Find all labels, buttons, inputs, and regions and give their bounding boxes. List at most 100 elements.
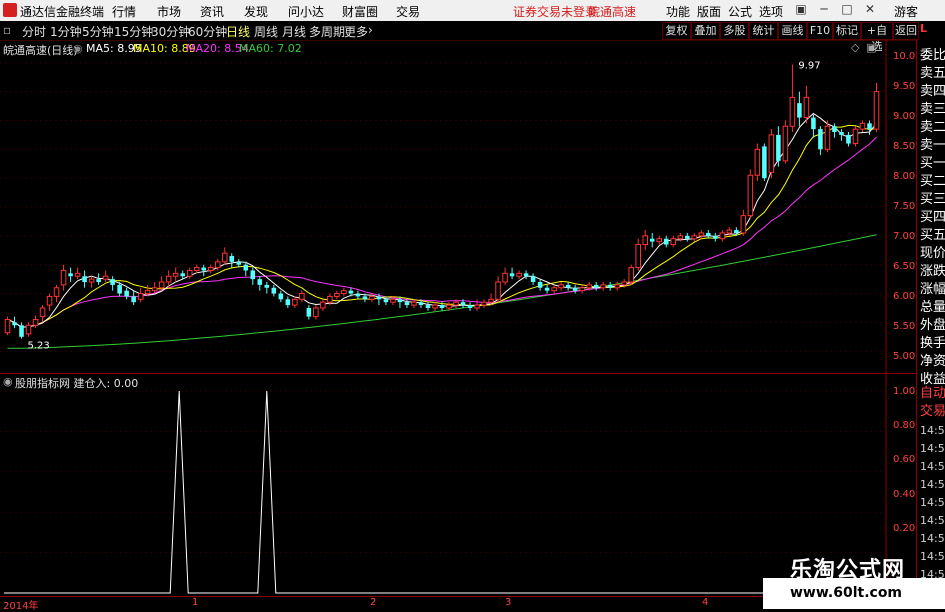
menu-banmian[interactable]: 版面 <box>697 3 721 20</box>
y-tick: 6.50 <box>893 261 916 272</box>
period-more[interactable]: 更多 <box>344 23 368 40</box>
tongji-button[interactable]: 统计 <box>749 22 778 40</box>
panel-change-pct: 涨幅 <box>920 282 945 297</box>
candle-body <box>355 293 361 297</box>
candle-body <box>713 235 718 239</box>
candle-body <box>803 96 810 119</box>
candle-body <box>432 304 438 309</box>
indicator-settings-icon[interactable]: ◉ <box>3 375 13 388</box>
menu-faxian[interactable]: 发现 <box>244 3 268 20</box>
candle-body <box>390 298 396 303</box>
menu-xuanxiang[interactable]: 选项 <box>759 3 783 20</box>
ind-y-tick: 0.60 <box>893 454 916 465</box>
period-daily[interactable]: 日线 <box>226 23 250 40</box>
biaoji-button[interactable]: 标记 <box>833 22 861 40</box>
candle-body <box>677 235 684 240</box>
panel-sell4: 卖四 <box>920 84 945 99</box>
panel-netasset: 净资 <box>920 354 945 369</box>
tick-time: 14:56 <box>920 442 945 455</box>
period-multi[interactable]: 多周期 <box>309 23 345 40</box>
add-favorite-button[interactable]: +自选 <box>861 22 893 53</box>
panel-trade[interactable]: 交易 <box>920 404 945 420</box>
panel-change: 涨跌 <box>920 264 945 279</box>
candle-body <box>614 284 620 289</box>
candle-body <box>839 132 844 135</box>
period-monthly[interactable]: 月线 <box>282 23 306 40</box>
candle-body <box>747 174 754 217</box>
candle-body <box>719 232 726 240</box>
period-60min[interactable]: 60分钟 <box>188 23 227 40</box>
guest-label[interactable]: 游客 <box>894 3 918 20</box>
y-tick: 7.50 <box>893 201 916 212</box>
candle-body <box>278 293 284 300</box>
x-tick: 3 <box>505 597 512 608</box>
candle-body <box>397 299 403 303</box>
candle-body <box>824 125 831 150</box>
menu-gongshi[interactable]: 公式 <box>728 3 752 20</box>
panel-buy3: 买三 <box>920 192 945 207</box>
huaxian-button[interactable]: 画线 <box>778 22 807 40</box>
watermark-title: 乐淘公式网 <box>790 558 906 583</box>
chart-diamond-icon[interactable]: ◇ <box>851 41 859 54</box>
toolbar-toggle-icon[interactable]: ▫ <box>3 23 11 37</box>
skin-icon[interactable]: ▣ <box>792 2 810 18</box>
ma-settings-icon[interactable]: ◉ <box>73 42 83 55</box>
tick-time: 14:56 <box>920 532 945 545</box>
candle-body <box>586 284 592 289</box>
menu-caifuquan[interactable]: 财富圈 <box>342 3 378 20</box>
y-tick: 8.50 <box>893 141 916 152</box>
period-weekly[interactable]: 周线 <box>254 23 278 40</box>
menu-wenxiaoda[interactable]: 问小达 <box>288 3 324 20</box>
candle-body <box>649 238 655 242</box>
fuquan-button[interactable]: 复权 <box>662 22 691 40</box>
candle-body <box>446 304 452 309</box>
candle-body <box>144 290 151 295</box>
candle-body <box>789 96 796 127</box>
title-menu-bar: 通达信金融终端 行情 市场 资讯 发现 问小达 财富圈 交易 证券交易未登录 皖… <box>0 0 945 21</box>
candle-body <box>762 146 767 179</box>
maximize-icon[interactable]: □ <box>838 2 856 18</box>
menu-gongneng[interactable]: 功能 <box>666 3 690 20</box>
candle-body <box>271 287 277 294</box>
minimize-icon[interactable]: ─ <box>815 2 833 18</box>
candle-body <box>516 272 522 277</box>
f10-button[interactable]: F10 <box>807 22 833 40</box>
candle-body <box>635 244 642 269</box>
panel-auto[interactable]: 自动 <box>920 386 945 402</box>
menu-shichang[interactable]: 市场 <box>157 3 181 20</box>
ma60-line <box>7 234 877 349</box>
trade-login-notice[interactable]: 证券交易未登录 <box>513 3 597 20</box>
candle-body <box>698 232 705 237</box>
indicator-chart[interactable] <box>0 374 916 596</box>
x-tick: 2 <box>370 597 377 608</box>
candle-body <box>376 296 382 300</box>
period-1min[interactable]: 1分钟 <box>50 23 82 40</box>
diejia-button[interactable]: 叠加 <box>691 22 720 40</box>
menu-hangqing[interactable]: 行情 <box>112 3 136 20</box>
ma5-polyline <box>7 112 877 328</box>
period-15min[interactable]: 15分钟 <box>114 23 153 40</box>
candle-body <box>551 287 557 292</box>
candle-body <box>621 281 627 286</box>
back-button[interactable]: 返回 <box>893 22 919 40</box>
period-fenshi[interactable]: 分时 <box>22 23 46 40</box>
candle-body <box>859 122 866 130</box>
candle-body <box>158 281 165 289</box>
more-chevron-icon[interactable]: › <box>368 23 373 37</box>
candle-body <box>685 235 690 239</box>
tick-time: 14:56 <box>920 514 945 527</box>
candle-body <box>46 295 53 306</box>
ind-y-tick: 0.80 <box>893 420 916 431</box>
close-icon[interactable]: ✕ <box>861 2 879 18</box>
menu-jiaoyi[interactable]: 交易 <box>396 3 420 20</box>
menu-zixun[interactable]: 资讯 <box>200 3 224 20</box>
candle-body <box>165 275 172 283</box>
period-30min[interactable]: 30分钟 <box>151 23 190 40</box>
duogu-button[interactable]: 多股 <box>720 22 749 40</box>
candle-body <box>663 238 669 245</box>
candle-body <box>250 270 256 280</box>
y-tick: 9.50 <box>893 81 916 92</box>
chart-options-icon[interactable]: ▣ <box>866 41 876 54</box>
period-5min[interactable]: 5分钟 <box>82 23 114 40</box>
main-kline-chart[interactable]: 9.97 5.23 <box>0 40 916 373</box>
